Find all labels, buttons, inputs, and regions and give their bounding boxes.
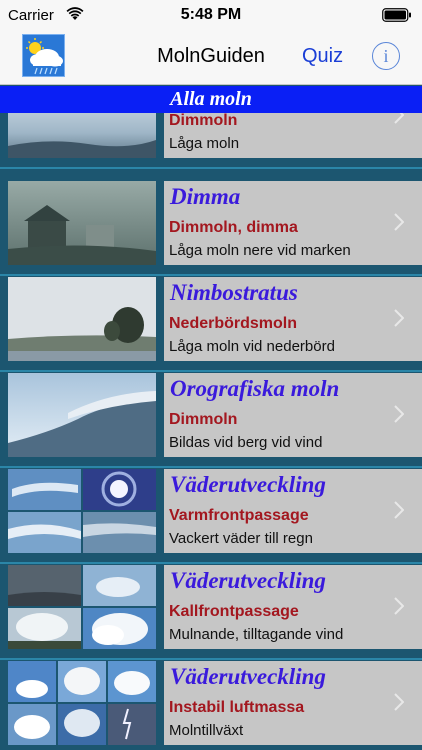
info-button[interactable]: i — [372, 42, 400, 70]
list-item[interactable]: Dimma Dimmoln, dimma Låga moln nere vid … — [0, 181, 422, 277]
chevron-right-icon — [394, 113, 404, 124]
item-description: Mulnande, tilltagande vind — [169, 626, 344, 643]
cloud-list: Dimmoln Låga moln Dimma Dimmoln, dimma L… — [0, 113, 422, 750]
item-subtitle: Dimmoln — [169, 113, 238, 129]
cloud-thumbnail — [8, 373, 156, 457]
item-description: Låga moln nere vid marken — [169, 242, 351, 259]
item-description: Låga moln — [169, 135, 240, 152]
chevron-right-icon — [394, 213, 404, 231]
item-panel: Nimbostratus Nederbördsmoln Låga moln vi… — [164, 277, 422, 361]
cloud-thumbnail — [8, 565, 156, 649]
item-title: Orografiska moln — [170, 376, 340, 401]
item-description: Bildas vid berg vid vind — [169, 434, 323, 451]
item-title: Väderutveckling — [170, 664, 326, 689]
item-subtitle: Kallfrontpassage — [169, 603, 299, 620]
item-description: Molntillväxt — [169, 722, 244, 739]
item-panel: Väderutveckling Varmfrontpassage Vackert… — [164, 469, 422, 553]
item-description: Vackert väder till regn — [169, 530, 313, 547]
item-panel: Väderutveckling Kallfrontpassage Mulnand… — [164, 565, 422, 649]
item-panel: Orografiska moln Dimmoln Bildas vid berg… — [164, 373, 422, 457]
cloud-thumbnail — [8, 181, 156, 265]
section-header: Alla moln — [0, 86, 422, 113]
nav-title: MolnGuiden — [157, 45, 265, 67]
status-bar: Carrier 5:48 PM — [0, 0, 422, 30]
cloud-thumbnail — [8, 469, 156, 553]
item-title: Väderutveckling — [170, 472, 326, 497]
chevron-right-icon — [394, 405, 404, 423]
item-panel: Väderutveckling Instabil luftmassa Molnt… — [164, 661, 422, 745]
item-subtitle: Dimmoln, dimma — [169, 219, 298, 236]
list-item[interactable]: Dimmoln Låga moln — [0, 113, 422, 170]
item-panel: Dimma Dimmoln, dimma Låga moln nere vid … — [164, 181, 422, 265]
list-item[interactable]: Nimbostratus Nederbördsmoln Låga moln vi… — [0, 277, 422, 373]
nav-bar: MolnGuiden Quiz i — [0, 30, 422, 85]
item-subtitle: Nederbördsmoln — [169, 315, 298, 332]
chevron-right-icon — [394, 693, 404, 711]
chevron-right-icon — [394, 597, 404, 615]
item-subtitle: Instabil luftmassa — [169, 699, 305, 716]
item-panel: Dimmoln Låga moln — [164, 113, 422, 158]
item-title: Väderutveckling — [170, 568, 326, 593]
item-title: Dimma — [170, 184, 241, 209]
quiz-button[interactable]: Quiz — [302, 45, 343, 68]
battery-icon — [382, 8, 411, 22]
chevron-right-icon — [394, 309, 404, 327]
list-item[interactable]: Orografiska moln Dimmoln Bildas vid berg… — [0, 373, 422, 469]
item-description: Låga moln vid nederbörd — [169, 338, 335, 355]
list-item[interactable]: Väderutveckling Kallfrontpassage Mulnand… — [0, 565, 422, 661]
chevron-right-icon — [394, 501, 404, 519]
cloud-thumbnail — [8, 661, 156, 745]
item-subtitle: Varmfrontpassage — [169, 507, 309, 524]
status-time: 5:48 PM — [180, 6, 242, 23]
item-title: Nimbostratus — [170, 280, 298, 305]
cloud-thumbnail — [8, 113, 156, 158]
list-item[interactable]: Väderutveckling Varmfrontpassage Vackert… — [0, 469, 422, 565]
cloud-thumbnail — [8, 277, 156, 361]
item-subtitle: Dimmoln — [169, 411, 238, 428]
list-item[interactable]: Väderutveckling Instabil luftmassa Molnt… — [0, 661, 422, 750]
